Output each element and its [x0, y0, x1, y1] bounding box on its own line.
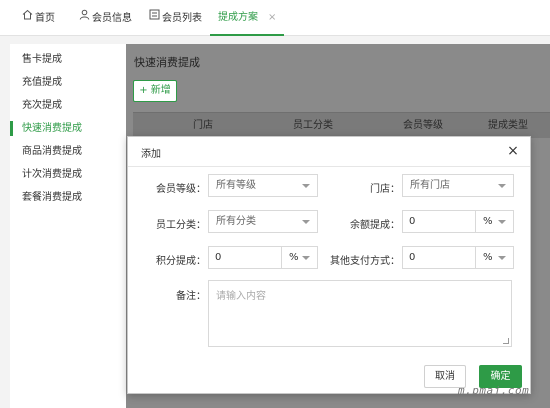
remark-placeholder: 请输入内容: [216, 291, 266, 302]
tab-home[interactable]: 首页: [22, 0, 55, 36]
other-payment-input[interactable]: 0: [402, 246, 476, 269]
table-header: 门店 员工分类 会员等级 提成类型: [133, 112, 550, 138]
watermark: m.pmaj.com: [458, 384, 530, 397]
sidebar-item-times-consume[interactable]: 计次消费提成: [10, 163, 126, 186]
sidebar-item-quick-consume[interactable]: 快速消费提成: [10, 117, 126, 140]
balance-commission-input[interactable]: 0: [402, 210, 476, 233]
chevron-down-icon: [498, 256, 506, 260]
chevron-down-icon: [498, 220, 506, 224]
tab-label: 会员列表: [162, 13, 202, 24]
member-level-value: 所有等级: [216, 180, 256, 191]
top-tab-bar: 首页 会员信息 会员列表 提成方案 ×: [0, 0, 550, 36]
tab-member-info[interactable]: 会员信息: [79, 0, 132, 36]
store-label: 门店：: [370, 184, 400, 195]
close-icon[interactable]: ×: [504, 142, 522, 160]
balance-unit-select[interactable]: %: [475, 210, 514, 233]
list-icon: [149, 0, 160, 36]
user-icon: [79, 0, 90, 36]
balance-commission-label: 余额提成：: [350, 220, 400, 231]
chevron-down-icon: [302, 184, 310, 188]
points-unit-select[interactable]: %: [281, 246, 318, 269]
member-level-label: 会员等级：: [156, 184, 206, 195]
other-payment-label: 其他支付方式：: [330, 256, 400, 267]
staff-category-value: 所有分类: [216, 216, 256, 227]
home-icon: [22, 0, 33, 36]
other-payment-unit-value: %: [483, 252, 493, 263]
sidebar-item-card-sale[interactable]: 售卡提成: [10, 48, 126, 71]
add-dialog: 添加 × 会员等级： 所有等级 门店： 所有门店 员工分类： 所有分类 余额提成…: [127, 136, 531, 394]
chevron-down-icon: [302, 220, 310, 224]
tab-member-list[interactable]: 会员列表: [149, 0, 202, 36]
dialog-header: 添加 ×: [128, 137, 530, 167]
remark-label: 备注：: [176, 291, 206, 302]
tab-label: 会员信息: [92, 13, 132, 24]
sidebar-item-times-recharge[interactable]: 充次提成: [10, 94, 126, 117]
remark-textarea[interactable]: 请输入内容: [208, 280, 512, 347]
staff-category-select[interactable]: 所有分类: [208, 210, 318, 233]
sidebar-item-goods-consume[interactable]: 商品消费提成: [10, 140, 126, 163]
dialog-title: 添加: [141, 149, 161, 160]
balance-unit-value: %: [483, 216, 493, 227]
tab-commission-plan[interactable]: 提成方案 ×: [210, 0, 285, 36]
page-title: 快速消费提成: [134, 56, 200, 69]
chevron-down-icon: [302, 256, 310, 260]
resize-handle-icon[interactable]: [503, 338, 509, 344]
store-value: 所有门店: [410, 180, 450, 191]
chevron-down-icon: [498, 184, 506, 188]
tab-label: 首页: [35, 13, 55, 24]
tab-label: 提成方案: [218, 12, 258, 23]
sidebar-item-recharge[interactable]: 充值提成: [10, 71, 126, 94]
sidebar: 售卡提成 充值提成 充次提成 快速消费提成 商品消费提成 计次消费提成 套餐消费…: [10, 44, 126, 408]
points-commission-label: 积分提成：: [156, 256, 206, 267]
other-payment-unit-select[interactable]: %: [475, 246, 514, 269]
member-level-select[interactable]: 所有等级: [208, 174, 318, 197]
staff-category-label: 员工分类：: [156, 220, 206, 231]
points-unit-value: %: [289, 252, 299, 263]
store-select[interactable]: 所有门店: [402, 174, 514, 197]
points-commission-input[interactable]: 0: [208, 246, 282, 269]
sidebar-item-package-consume[interactable]: 套餐消费提成: [10, 186, 126, 209]
add-button[interactable]: + 新增: [133, 80, 177, 102]
close-icon[interactable]: ×: [268, 12, 276, 23]
